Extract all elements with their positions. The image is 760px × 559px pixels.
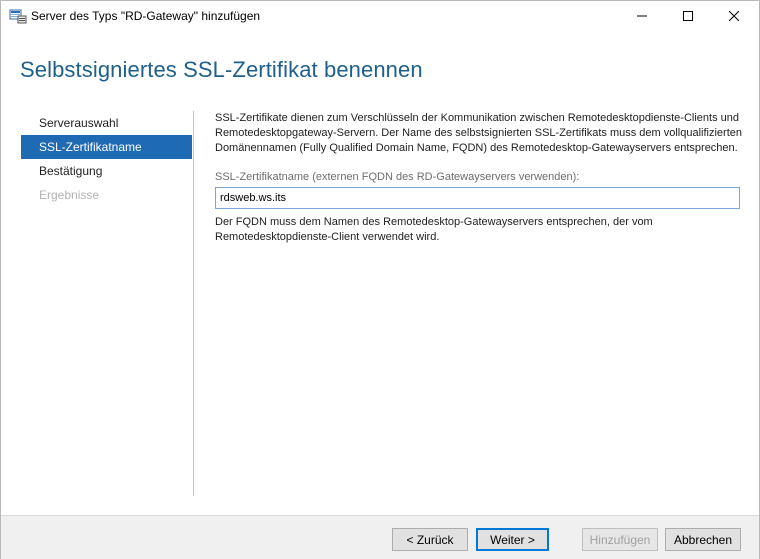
next-button[interactable]: Weiter >: [476, 528, 549, 551]
minimize-button[interactable]: [619, 1, 665, 31]
nav-item-serverauswahl[interactable]: Serverauswahl: [21, 111, 192, 135]
wizard-nav: Serverauswahl SSL-Zertifikatname Bestäti…: [21, 111, 192, 207]
footer-bar: < Zurück Weiter > Hinzufügen Abbrechen: [1, 515, 759, 559]
content-panel: SSL-Zertifikate dienen zum Verschlüsseln…: [215, 111, 745, 245]
close-button[interactable]: [711, 1, 757, 31]
nav-item-bestaetigung[interactable]: Bestätigung: [21, 159, 192, 183]
page-title: Selbstsigniertes SSL-Zertifikat benennen: [20, 57, 423, 82]
title-bar[interactable]: Server des Typs "RD-Gateway" hinzufügen: [1, 1, 759, 31]
minimize-icon: [637, 15, 647, 17]
certificate-name-input[interactable]: [215, 187, 740, 209]
back-button[interactable]: < Zurück: [392, 528, 468, 551]
maximize-button[interactable]: [665, 1, 711, 31]
nav-divider: [193, 111, 194, 496]
cancel-button[interactable]: Abbrechen: [665, 528, 741, 551]
dialog-window: Server des Typs "RD-Gateway" hinzufügen …: [0, 0, 760, 559]
add-button: Hinzufügen: [582, 528, 658, 551]
nav-item-ssl-zertifikatname[interactable]: SSL-Zertifikatname: [21, 135, 192, 159]
description-text: SSL-Zertifikate dienen zum Verschlüsseln…: [215, 112, 743, 154]
window-title: Server des Typs "RD-Gateway" hinzufügen: [31, 9, 261, 23]
nav-item-ergebnisse: Ergebnisse: [39, 188, 100, 202]
close-icon: [729, 11, 739, 21]
fqdn-note-text: Der FQDN muss dem Namen des Remotedeskto…: [215, 216, 653, 243]
certificate-name-label: SSL-Zertifikatname (externen FQDN des RD…: [215, 171, 580, 183]
server-manager-icon: [9, 9, 27, 24]
maximize-icon: [683, 11, 693, 21]
